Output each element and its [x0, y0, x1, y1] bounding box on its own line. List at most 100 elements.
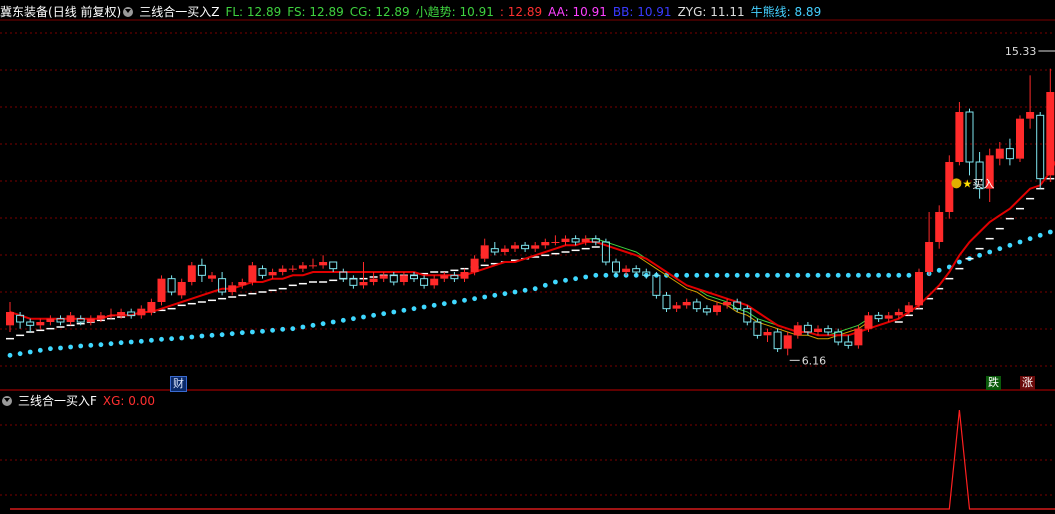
candle	[309, 258, 317, 269]
candle	[167, 275, 176, 296]
candle	[713, 302, 721, 316]
candle	[854, 325, 863, 349]
support-dot	[219, 332, 225, 338]
support-dot	[260, 328, 265, 334]
support-dot	[482, 294, 488, 300]
candle	[500, 245, 509, 256]
support-dot	[199, 333, 205, 339]
indicator-name[interactable]: 三线合一买入Z	[139, 3, 219, 21]
support-dot	[532, 286, 538, 292]
stock-name[interactable]: 冀东装备	[0, 3, 48, 21]
die-tag[interactable]: 跌	[986, 376, 1001, 390]
support-dot	[492, 292, 498, 298]
candle	[450, 272, 459, 282]
support-dot	[512, 289, 518, 295]
candle-body	[137, 308, 146, 316]
support-dot	[351, 316, 356, 322]
candle	[490, 242, 499, 256]
candle-body	[197, 264, 206, 276]
ma-yellow-line	[585, 241, 869, 340]
candle-body	[389, 274, 398, 283]
support-dot	[58, 345, 63, 351]
period-label[interactable]: (日线 前复权)	[48, 3, 121, 21]
candle	[157, 275, 166, 306]
support-dot	[391, 309, 397, 315]
candle-body	[26, 321, 35, 326]
indicator-field: FL: 12.89	[225, 5, 282, 19]
candle	[531, 242, 540, 252]
support-dot	[876, 272, 881, 278]
candle	[298, 262, 307, 272]
candle	[177, 278, 186, 299]
candle	[985, 148, 994, 202]
support-dot	[68, 344, 73, 350]
support-dot	[906, 272, 912, 278]
candle-body	[834, 331, 843, 343]
support-dot	[724, 272, 730, 278]
candle	[995, 142, 1004, 166]
support-dot	[583, 274, 589, 280]
candle-body	[430, 278, 439, 286]
indicator-field: ZYG: 11.11	[677, 5, 745, 19]
candle-body	[995, 148, 1004, 159]
indicator-field: 牛熊线: 8.89	[750, 5, 822, 19]
candle-body	[440, 275, 449, 279]
support-dot	[1037, 232, 1043, 238]
candle	[187, 262, 196, 286]
support-dot	[361, 314, 366, 320]
candle	[86, 315, 95, 326]
main-header: 冀东装备 (日线 前复权) 三线合一买入Z FL: 12.89 FS: 12.89…	[0, 3, 833, 21]
candle-body	[490, 248, 499, 253]
candle-body	[662, 294, 671, 310]
candle-body	[672, 305, 681, 309]
candle-body	[258, 268, 267, 276]
support-dot	[472, 296, 477, 302]
kline-chart[interactable]: 15.33 6.16 ★ 买入	[0, 0, 1055, 514]
dropdown-icon[interactable]	[123, 7, 134, 17]
candle-body	[541, 242, 550, 246]
indicator-field: AA: 10.91	[548, 5, 607, 19]
candle-body	[753, 321, 762, 336]
candle-body	[319, 262, 328, 266]
support-dot	[229, 331, 235, 337]
candle	[1005, 138, 1014, 166]
candle-body	[1016, 118, 1024, 159]
candle-body	[167, 278, 176, 293]
candle-body	[6, 312, 14, 326]
support-dot	[987, 249, 993, 255]
candle-body	[571, 238, 580, 243]
candle	[622, 265, 631, 276]
candle	[915, 268, 923, 309]
candle	[1036, 112, 1045, 189]
support-dot	[553, 279, 558, 285]
support-dot	[189, 334, 195, 340]
support-dot	[1027, 236, 1033, 242]
candle-body	[268, 272, 277, 276]
dropdown-icon[interactable]	[2, 396, 12, 406]
candle	[440, 272, 449, 282]
support-dot	[27, 349, 33, 355]
candle	[551, 235, 560, 246]
support-dot	[684, 272, 690, 278]
candle	[763, 328, 772, 342]
candle-body	[278, 268, 287, 272]
candle-body	[288, 268, 297, 270]
zhang-tag[interactable]: 涨	[1020, 376, 1035, 390]
candle-body	[117, 312, 126, 316]
candle	[359, 262, 368, 289]
support-dot	[755, 272, 760, 278]
sub-indicator-name[interactable]: 三线合一买入F	[18, 392, 97, 410]
candle-body	[844, 341, 853, 346]
cai-tag[interactable]: 财	[170, 376, 187, 392]
support-dot	[603, 272, 609, 278]
support-dot	[411, 306, 417, 312]
candle	[399, 272, 408, 286]
candle	[36, 318, 45, 329]
candle-body	[157, 278, 166, 302]
support-dot	[48, 346, 53, 352]
candle	[1026, 75, 1035, 129]
candle	[753, 318, 762, 339]
support-dot	[744, 272, 750, 278]
support-dot	[997, 246, 1003, 252]
high-price-label: 15.33	[1005, 45, 1037, 58]
